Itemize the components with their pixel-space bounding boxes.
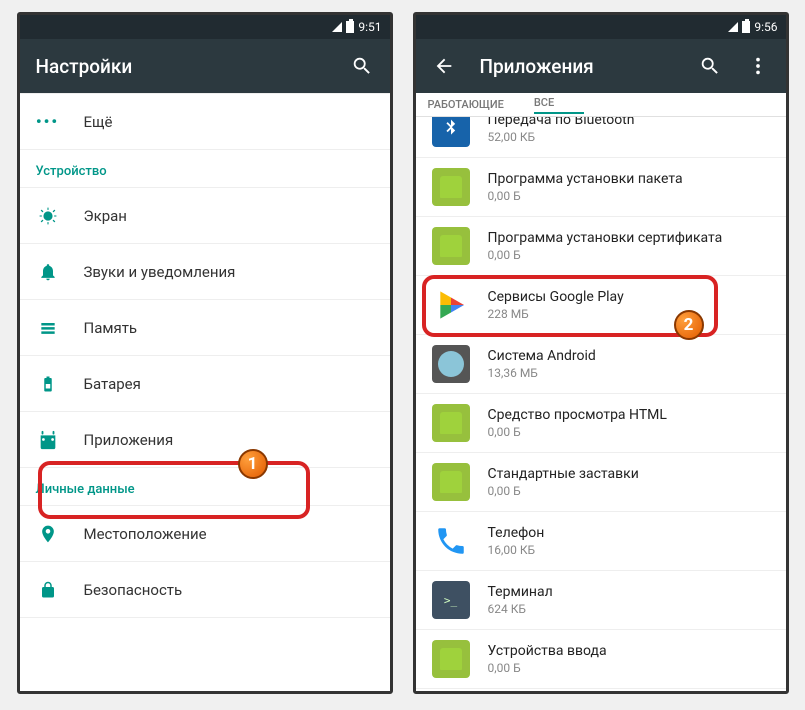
memory-label: Память bbox=[84, 319, 138, 337]
battery-label: Батарея bbox=[84, 375, 141, 393]
app-bar: Приложения bbox=[416, 39, 786, 93]
app-size: 0,00 Б bbox=[488, 661, 770, 675]
page-title: Настройки bbox=[36, 55, 326, 78]
location-icon bbox=[36, 522, 60, 546]
sound-label: Звуки и уведомления bbox=[84, 263, 236, 281]
bluetooth-icon bbox=[432, 117, 470, 147]
status-bar: 9:56 bbox=[416, 15, 786, 39]
app-size: 0,00 Б bbox=[488, 425, 770, 439]
display-row[interactable]: Экран bbox=[20, 188, 390, 244]
lock-icon bbox=[36, 578, 60, 602]
system-icon bbox=[432, 345, 470, 383]
apps-list[interactable]: Передача по Bluetooth 52,00 КБ Программа… bbox=[416, 117, 786, 694]
android-icon bbox=[432, 640, 470, 678]
bell-icon bbox=[36, 260, 60, 284]
settings-screen: 9:51 Настройки ••• Ещё Устройство Экран … bbox=[17, 12, 393, 694]
phone-icon bbox=[432, 522, 470, 560]
app-name: Программа установки сертификата bbox=[488, 230, 770, 246]
battery-icon bbox=[742, 21, 750, 33]
section-device: Устройство bbox=[20, 150, 390, 188]
apps-screen: 9:56 Приложения РАБОТАЮЩИЕ ВСЕ Передача … bbox=[413, 12, 789, 694]
more-label: Ещё bbox=[84, 113, 113, 131]
battery-row-icon bbox=[36, 372, 60, 396]
android-icon bbox=[432, 463, 470, 501]
apps-row[interactable]: Приложения bbox=[20, 412, 390, 468]
app-name: Устройства ввода bbox=[488, 643, 770, 659]
play-services-icon bbox=[432, 286, 470, 324]
overflow-icon[interactable] bbox=[746, 54, 770, 78]
location-row[interactable]: Местоположение bbox=[20, 506, 390, 562]
page-title: Приложения bbox=[480, 55, 674, 78]
app-row-package-installer[interactable]: Программа установки пакета 0,00 Б bbox=[416, 158, 786, 217]
app-size: 0,00 Б bbox=[488, 484, 770, 498]
tab-all[interactable]: ВСЕ bbox=[534, 96, 584, 114]
apps-icon bbox=[36, 428, 60, 452]
app-name: Телефон bbox=[488, 525, 770, 541]
location-label: Местоположение bbox=[84, 525, 207, 543]
app-row-terminal[interactable]: >_ Терминал 624 КБ bbox=[416, 571, 786, 630]
memory-row[interactable]: Память bbox=[20, 300, 390, 356]
terminal-icon: >_ bbox=[432, 581, 470, 619]
app-row-bluetooth[interactable]: Передача по Bluetooth 52,00 КБ bbox=[416, 117, 786, 158]
clock: 9:56 bbox=[754, 20, 777, 34]
app-name: Передача по Bluetooth bbox=[488, 117, 770, 128]
app-row-cert-installer[interactable]: Программа установки сертификата 0,00 Б bbox=[416, 217, 786, 276]
tab-running[interactable]: РАБОТАЮЩИЕ bbox=[428, 98, 534, 111]
app-name: Система Android bbox=[488, 348, 770, 364]
signal-icon bbox=[332, 22, 342, 32]
storage-icon bbox=[36, 316, 60, 340]
callout-badge-1: 1 bbox=[238, 449, 268, 479]
app-size: 0,00 Б bbox=[488, 248, 770, 262]
display-label: Экран bbox=[84, 207, 127, 225]
tabs: РАБОТАЮЩИЕ ВСЕ bbox=[416, 93, 786, 117]
signal-icon bbox=[728, 22, 738, 32]
more-row[interactable]: ••• Ещё bbox=[20, 94, 390, 150]
apps-label: Приложения bbox=[84, 431, 174, 449]
app-name: Сервисы Google Play bbox=[488, 289, 770, 305]
app-size: 228 МБ bbox=[488, 307, 770, 321]
android-icon bbox=[432, 168, 470, 206]
display-icon bbox=[36, 204, 60, 228]
more-icon: ••• bbox=[36, 110, 60, 134]
security-label: Безопасность bbox=[84, 581, 183, 599]
search-icon[interactable] bbox=[698, 54, 722, 78]
app-row-wallpapers[interactable]: Стандартные заставки 0,00 Б bbox=[416, 453, 786, 512]
app-bar: Настройки bbox=[20, 39, 390, 93]
app-row-input-devices[interactable]: Устройства ввода 0,00 Б bbox=[416, 630, 786, 689]
status-bar: 9:51 bbox=[20, 15, 390, 39]
app-size: 624 КБ bbox=[488, 602, 770, 616]
app-row-files[interactable]: Файлы 112 КБ bbox=[416, 689, 786, 694]
app-name: Средство просмотра HTML bbox=[488, 407, 770, 423]
sound-row[interactable]: Звуки и уведомления bbox=[20, 244, 390, 300]
app-row-html-viewer[interactable]: Средство просмотра HTML 0,00 Б bbox=[416, 394, 786, 453]
battery-row[interactable]: Батарея bbox=[20, 356, 390, 412]
callout-badge-2: 2 bbox=[674, 310, 704, 340]
app-row-google-play-services[interactable]: Сервисы Google Play 228 МБ bbox=[416, 276, 786, 335]
app-size: 16,00 КБ bbox=[488, 543, 770, 557]
clock: 9:51 bbox=[358, 20, 381, 34]
android-icon bbox=[432, 227, 470, 265]
app-row-android-system[interactable]: Система Android 13,36 МБ bbox=[416, 335, 786, 394]
battery-icon bbox=[346, 21, 354, 33]
section-personal: Личные данные bbox=[20, 468, 390, 506]
app-size: 0,00 Б bbox=[488, 189, 770, 203]
app-row-phone[interactable]: Телефон 16,00 КБ bbox=[416, 512, 786, 571]
app-size: 13,36 МБ bbox=[488, 366, 770, 380]
back-icon[interactable] bbox=[432, 54, 456, 78]
app-name: Стандартные заставки bbox=[488, 466, 770, 482]
security-row[interactable]: Безопасность bbox=[20, 562, 390, 618]
app-size: 52,00 КБ bbox=[488, 130, 770, 144]
android-icon bbox=[432, 404, 470, 442]
app-name: Терминал bbox=[488, 584, 770, 600]
search-icon[interactable] bbox=[350, 54, 374, 78]
app-name: Программа установки пакета bbox=[488, 171, 770, 187]
